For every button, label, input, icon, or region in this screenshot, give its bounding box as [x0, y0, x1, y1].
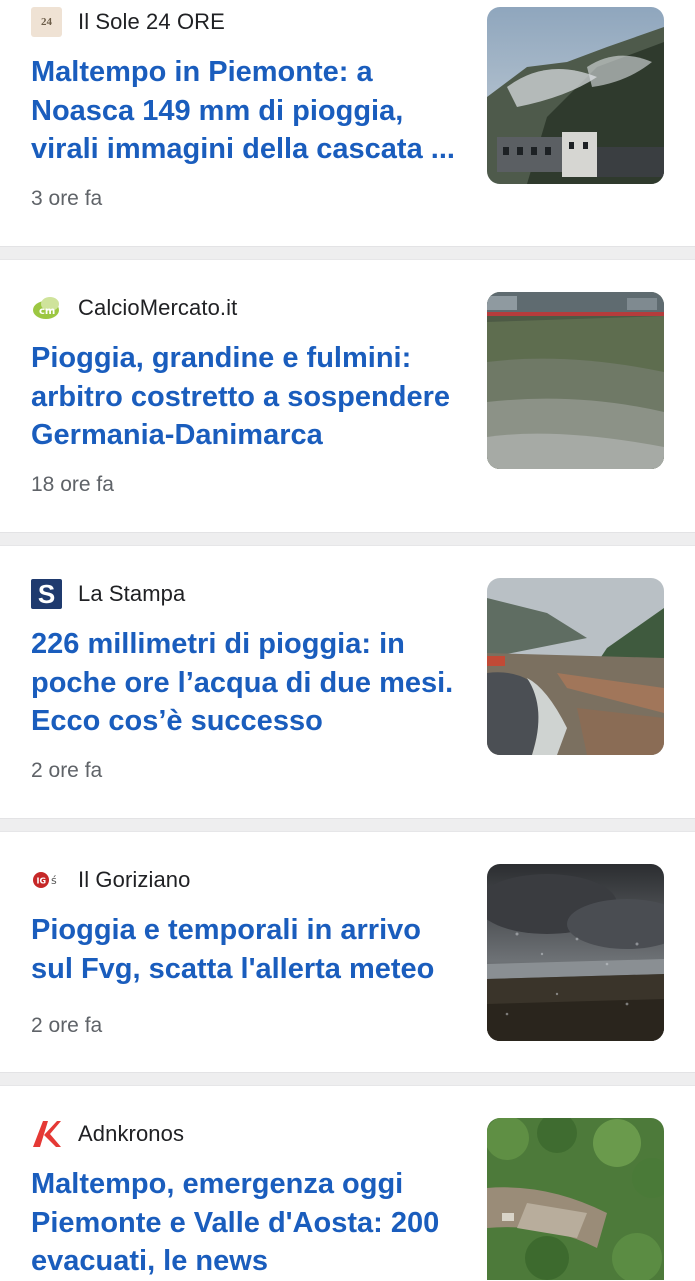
source-name: Il Sole 24 ORE	[78, 9, 225, 34]
article-time: 18 ore fa	[31, 473, 114, 496]
adnkronos-logo	[31, 1119, 62, 1149]
source-name: La Stampa	[78, 581, 186, 606]
article-time: 2 ore fa	[31, 1014, 103, 1037]
title-line: sul Fvg, scatta l'allerta meteo	[31, 952, 435, 985]
news-card[interactable]: cm CalcioMercato.it Pioggia, grandine e …	[0, 260, 695, 532]
flooded-pitch-photo[interactable]	[487, 292, 664, 469]
source-name: Adnkronos	[78, 1121, 185, 1146]
source-name: Il Goriziano	[78, 867, 191, 892]
lastampa-logo: S	[31, 579, 62, 609]
title-line: arbitro costretto a sospendere	[31, 380, 450, 413]
title-line: evacuati, le news	[31, 1245, 268, 1277]
article-title[interactable]: Pioggia, grandine e fulmini: arbitro cos…	[31, 339, 471, 455]
card-separator	[0, 818, 695, 832]
news-card[interactable]: Adnkronos Maltempo, emergenza oggi Piemo…	[0, 1086, 695, 1280]
article-title[interactable]: Pioggia e temporali in arrivo sul Fvg, s…	[31, 911, 471, 988]
title-line: 226 millimetri di pioggia: in	[31, 628, 405, 660]
news-card[interactable]: S La Stampa 226 millimetri di pioggia: i…	[0, 546, 695, 818]
flooded-valley-road-photo[interactable]	[487, 578, 664, 755]
news-card[interactable]: IG ś Il Goriziano Pioggia e temporali in…	[0, 832, 695, 1072]
title-line: Noasca 149 mm di pioggia,	[31, 94, 404, 127]
sole24ore-logo: 24	[31, 7, 62, 37]
news-source: cm CalcioMercato.it	[31, 293, 237, 323]
svg-text:ś: ś	[51, 874, 57, 887]
card-separator	[0, 246, 695, 260]
news-source: 24 Il Sole 24 ORE	[31, 7, 225, 37]
ilgoriziano-logo: IG ś	[31, 865, 62, 895]
calciomercato-logo: cm	[31, 293, 62, 323]
title-line: virali immagini della cascata ...	[31, 133, 455, 165]
card-separator	[0, 1072, 695, 1086]
title-line: Germania-Danimarca	[31, 419, 323, 451]
article-title[interactable]: Maltempo in Piemonte: a Noasca 149 mm di…	[31, 53, 471, 169]
source-name: CalcioMercato.it	[78, 295, 238, 320]
title-line: Maltempo in Piemonte: a	[31, 56, 373, 88]
card-separator	[0, 532, 695, 546]
title-line: Ecco cos’è successo	[31, 705, 323, 737]
svg-text:cm: cm	[39, 306, 55, 317]
title-line: Piemonte e Valle d'Aosta: 200	[31, 1206, 440, 1239]
article-title[interactable]: Maltempo, emergenza oggi Piemonte e Vall…	[31, 1165, 471, 1281]
news-source: IG ś Il Goriziano	[31, 865, 190, 895]
news-card[interactable]: 24 Il Sole 24 ORE Maltempo in Piemonte: …	[0, 0, 695, 246]
landslide-aerial-photo[interactable]	[487, 1118, 664, 1280]
mountain-village-photo[interactable]	[487, 7, 664, 184]
title-line: Pioggia e temporali in arrivo	[31, 914, 421, 946]
news-source: Adnkronos	[31, 1119, 184, 1149]
title-line: Maltempo, emergenza oggi	[31, 1168, 404, 1200]
storm-clouds-photo[interactable]	[487, 864, 664, 1041]
svg-text:IG: IG	[37, 877, 47, 886]
title-line: poche ore l’acqua di due mesi.	[31, 666, 454, 699]
news-source: S La Stampa	[31, 579, 185, 609]
article-title[interactable]: 226 millimetri di pioggia: in poche ore …	[31, 625, 471, 741]
article-time: 2 ore fa	[31, 759, 103, 782]
title-line: Pioggia, grandine e fulmini:	[31, 342, 412, 374]
article-time: 3 ore fa	[31, 187, 103, 210]
